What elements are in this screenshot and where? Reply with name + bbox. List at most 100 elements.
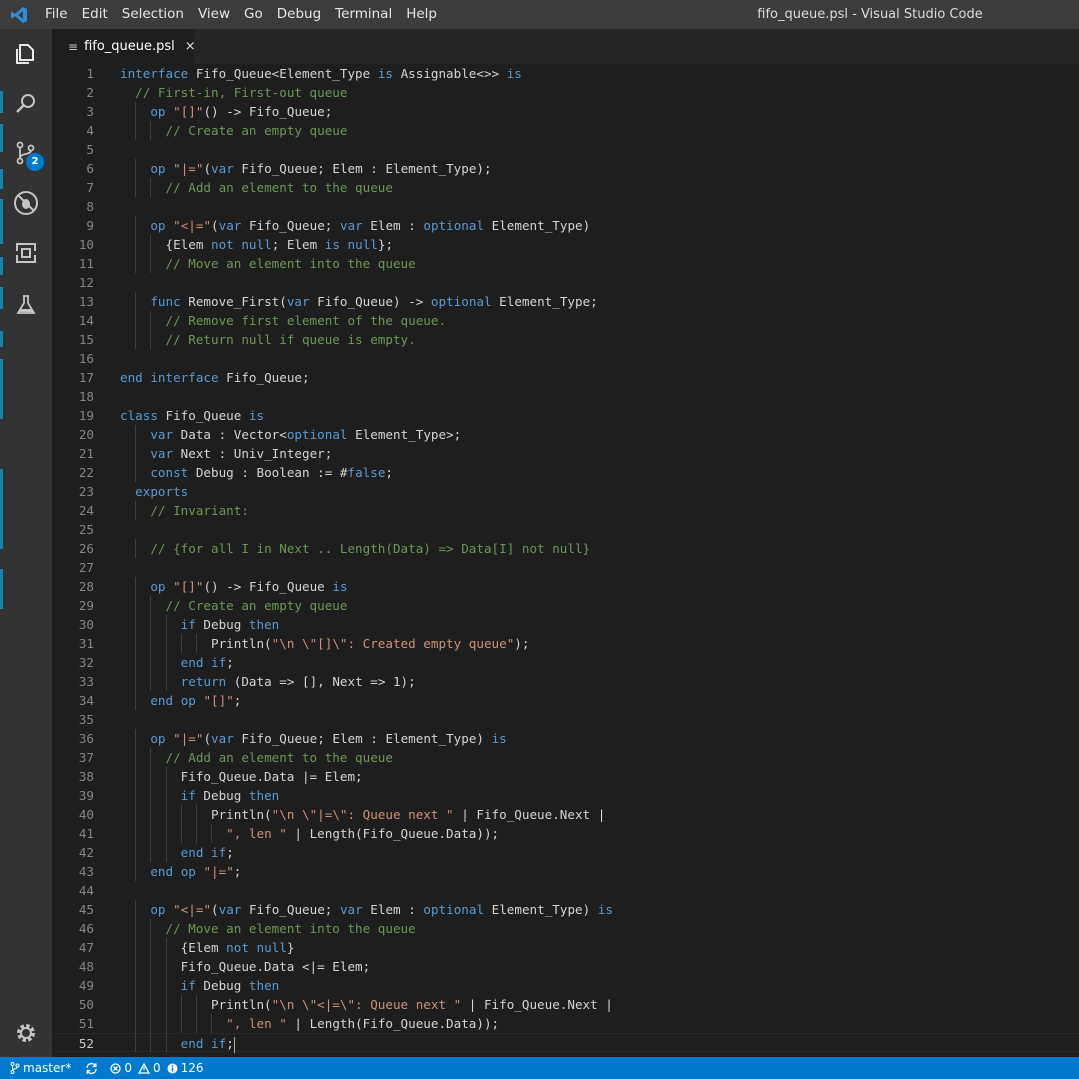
scm-badge: 2 xyxy=(26,153,44,171)
error-count: 0 xyxy=(124,1061,132,1075)
code-text: ", len " | Length(Fifo_Queue.Data)); xyxy=(226,826,500,841)
code-line[interactable]: 43 end op "|="; xyxy=(52,862,1079,881)
code-line[interactable]: 25 xyxy=(52,520,1079,539)
code-line[interactable]: 13 func Remove_First(var Fifo_Queue) -> … xyxy=(52,292,1079,311)
code-line[interactable]: 14 // Remove first element of the queue. xyxy=(52,311,1079,330)
line-number: 40 xyxy=(78,807,94,822)
search-icon[interactable] xyxy=(0,79,52,127)
code-line[interactable]: 35 xyxy=(52,710,1079,729)
indent-guide xyxy=(135,596,137,615)
menu-selection[interactable]: Selection xyxy=(115,0,191,29)
indent-guide xyxy=(135,330,137,349)
line-number: 19 xyxy=(78,408,94,423)
gear-icon[interactable] xyxy=(0,1009,52,1057)
line-number: 15 xyxy=(78,332,94,347)
debug-icon[interactable] xyxy=(0,179,52,227)
code-text: op "<|="(var Fifo_Queue; var Elem : opti… xyxy=(150,218,591,233)
indent-guide xyxy=(135,235,137,254)
indent-guide xyxy=(180,805,182,824)
code-line[interactable]: 5 xyxy=(52,140,1079,159)
menu-debug[interactable]: Debug xyxy=(270,0,328,29)
indent-guide xyxy=(165,672,167,691)
code-line[interactable]: 38 Fifo_Queue.Data |= Elem; xyxy=(52,767,1079,786)
code-line[interactable]: 33 return (Data => [], Next => 1); xyxy=(52,672,1079,691)
code-line[interactable]: 36 op "|="(var Fifo_Queue; Elem : Elemen… xyxy=(52,729,1079,748)
code-line[interactable]: 30 if Debug then xyxy=(52,615,1079,634)
tab-fifo-queue[interactable]: ≡ fifo_queue.psl × xyxy=(52,29,196,64)
code-line[interactable]: 52 end if; xyxy=(52,1033,1079,1053)
sync-icon[interactable] xyxy=(85,1062,98,1075)
code-line[interactable]: 39 if Debug then xyxy=(52,786,1079,805)
code-line[interactable]: 4 // Create an empty queue xyxy=(52,121,1079,140)
code-line[interactable]: 46 // Move an element into the queue xyxy=(52,919,1079,938)
code-line[interactable]: 26 // {for all I in Next .. Length(Data)… xyxy=(52,539,1079,558)
code-text: func Remove_First(var Fifo_Queue) -> opt… xyxy=(150,294,598,309)
indent-guide xyxy=(135,121,137,140)
code-line[interactable]: 29 // Create an empty queue xyxy=(52,596,1079,615)
code-editor[interactable]: 1 interface Fifo_Queue<Element_Type is As… xyxy=(52,64,1079,1057)
code-line[interactable]: 7 // Add an element to the queue xyxy=(52,178,1079,197)
code-line[interactable]: 47 {Elem not null} xyxy=(52,938,1079,957)
menu-terminal[interactable]: Terminal xyxy=(328,0,399,29)
indent-guide xyxy=(135,178,137,197)
indent-guide xyxy=(150,121,152,140)
source-control-icon[interactable]: 2 xyxy=(0,129,52,177)
code-line[interactable]: 10 {Elem not null; Elem is null}; xyxy=(52,235,1079,254)
code-line[interactable]: 24 // Invariant: xyxy=(52,501,1079,520)
code-line[interactable]: 51 ", len " | Length(Fifo_Queue.Data)); xyxy=(52,1014,1079,1033)
explorer-icon[interactable] xyxy=(0,30,52,78)
code-line[interactable]: 32 end if; xyxy=(52,653,1079,672)
code-line[interactable]: 17 end interface Fifo_Queue; xyxy=(52,368,1079,387)
code-text: end interface Fifo_Queue; xyxy=(120,370,310,385)
code-line[interactable]: 50 Println("\n \"<|=\": Queue next " | F… xyxy=(52,995,1079,1014)
code-line[interactable]: 16 xyxy=(52,349,1079,368)
menu-help[interactable]: Help xyxy=(399,0,444,29)
code-line[interactable]: 1 interface Fifo_Queue<Element_Type is As… xyxy=(52,64,1079,83)
code-line[interactable]: 31 Println("\n \"[]\": Created empty que… xyxy=(52,634,1079,653)
code-line[interactable]: 11 // Move an element into the queue xyxy=(52,254,1079,273)
code-line[interactable]: 28 op "[]"() -> Fifo_Queue is xyxy=(52,577,1079,596)
code-line[interactable]: 15 // Return null if queue is empty. xyxy=(52,330,1079,349)
info-count: 126 xyxy=(180,1061,204,1075)
code-line[interactable]: 6 op "|="(var Fifo_Queue; Elem : Element… xyxy=(52,159,1079,178)
code-line[interactable]: 40 Println("\n \"|=\": Queue next " | Fi… xyxy=(52,805,1079,824)
code-text: Println("\n \"<|=\": Queue next " | Fifo… xyxy=(210,997,613,1012)
code-line[interactable]: 49 if Debug then xyxy=(52,976,1079,995)
code-line[interactable]: 23 exports xyxy=(52,482,1079,501)
code-line[interactable]: 37 // Add an element to the queue xyxy=(52,748,1079,767)
line-number: 10 xyxy=(78,237,94,252)
branch-indicator[interactable]: master* xyxy=(10,1061,71,1075)
code-line[interactable]: 8 xyxy=(52,197,1079,216)
code-line[interactable]: 21 var Next : Univ_Integer; xyxy=(52,444,1079,463)
code-line[interactable]: 42 end if; xyxy=(52,843,1079,862)
extensions-icon[interactable] xyxy=(0,229,52,277)
code-line[interactable]: 22 const Debug : Boolean := #false; xyxy=(52,463,1079,482)
code-line[interactable]: 2 // First-in, First-out queue xyxy=(52,83,1079,102)
close-icon[interactable]: × xyxy=(185,39,196,54)
problems-indicator[interactable]: 0 0 126 xyxy=(110,1061,204,1075)
code-text: op "[]"() -> Fifo_Queue; xyxy=(150,104,333,119)
code-line[interactable]: 45 op "<|="(var Fifo_Queue; var Elem : o… xyxy=(52,900,1079,919)
code-line[interactable]: 9 op "<|="(var Fifo_Queue; var Elem : op… xyxy=(52,216,1079,235)
code-text: interface Fifo_Queue<Element_Type is Ass… xyxy=(120,66,522,81)
menu-edit[interactable]: Edit xyxy=(75,0,115,29)
indent-guide xyxy=(150,178,152,197)
test-icon[interactable] xyxy=(0,281,52,329)
code-line[interactable]: 27 xyxy=(52,558,1079,577)
code-line[interactable]: 12 xyxy=(52,273,1079,292)
menu-file[interactable]: File xyxy=(38,0,75,29)
menu-view[interactable]: View xyxy=(191,0,237,29)
code-line[interactable]: 18 xyxy=(52,387,1079,406)
code-line[interactable]: 34 end op "[]"; xyxy=(52,691,1079,710)
code-text: // Add an element to the queue xyxy=(165,750,393,765)
indent-guide xyxy=(196,995,197,1014)
code-text: // Move an element into the queue xyxy=(165,256,416,271)
code-line[interactable]: 48 Fifo_Queue.Data <|= Elem; xyxy=(52,957,1079,976)
code-line[interactable]: 19 class Fifo_Queue is xyxy=(52,406,1079,425)
code-line[interactable]: 44 xyxy=(52,881,1079,900)
code-line[interactable]: 41 ", len " | Length(Fifo_Queue.Data)); xyxy=(52,824,1079,843)
indent-guide xyxy=(150,843,152,862)
code-line[interactable]: 20 var Data : Vector<optional Element_Ty… xyxy=(52,425,1079,444)
menu-go[interactable]: Go xyxy=(237,0,270,29)
code-line[interactable]: 3 op "[]"() -> Fifo_Queue; xyxy=(52,102,1079,121)
